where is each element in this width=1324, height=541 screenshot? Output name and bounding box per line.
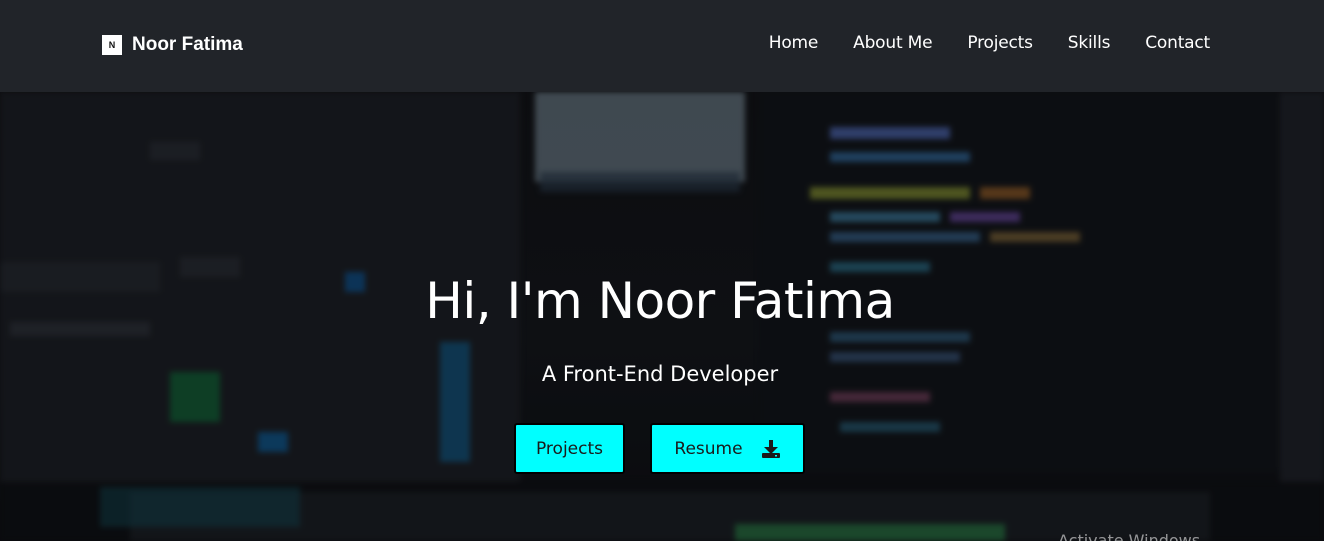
brand-link[interactable]: N Noor Fatima bbox=[102, 34, 243, 56]
nav-link-home[interactable]: Home bbox=[769, 33, 819, 53]
brand-logo: N bbox=[102, 35, 122, 55]
projects-button[interactable]: Projects bbox=[514, 423, 625, 474]
brand-name: Noor Fatima bbox=[132, 34, 243, 55]
hero-subtitle: A Front-End Developer bbox=[541, 362, 779, 386]
nav-link-contact[interactable]: Contact bbox=[1145, 33, 1210, 53]
nav-link-about-me[interactable]: About Me bbox=[853, 33, 932, 53]
hero-section: Hi, I'm Noor Fatima A Front-End Develope… bbox=[0, 92, 1324, 541]
navbar: N Noor Fatima Home About Me Projects Ski… bbox=[0, 0, 1324, 92]
hero-content: Hi, I'm Noor Fatima A Front-End Develope… bbox=[0, 92, 1324, 541]
hero-title: Hi, I'm Noor Fatima bbox=[425, 272, 895, 330]
activate-windows-watermark: Activate Windows bbox=[1058, 531, 1201, 541]
nav-links: Home About Me Projects Skills Contact bbox=[734, 33, 1210, 53]
projects-button-label: Projects bbox=[535, 438, 604, 459]
download-icon bbox=[761, 439, 780, 458]
nav-link-skills[interactable]: Skills bbox=[1068, 33, 1111, 53]
resume-button[interactable]: Resume bbox=[650, 423, 805, 474]
resume-button-label: Resume bbox=[674, 438, 743, 459]
nav-link-projects[interactable]: Projects bbox=[967, 33, 1033, 53]
